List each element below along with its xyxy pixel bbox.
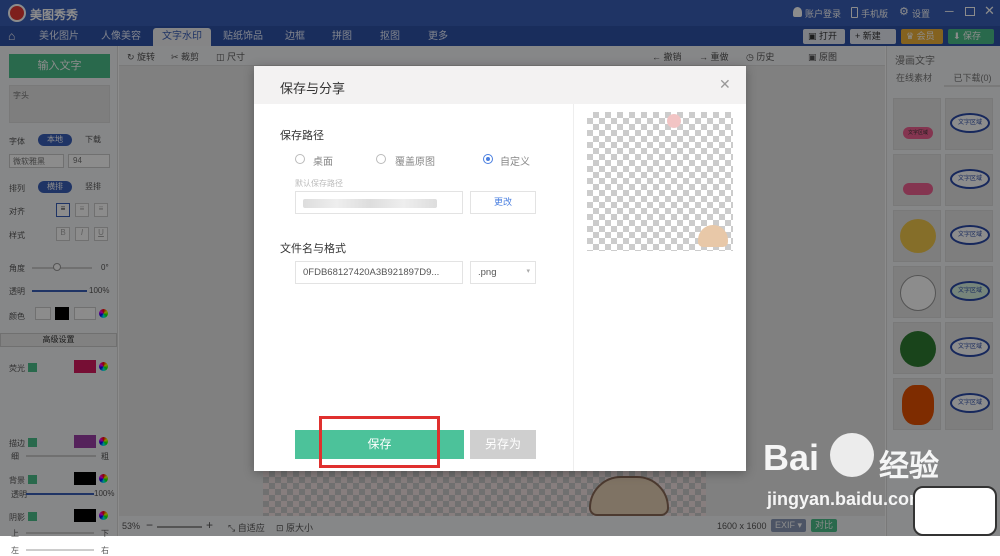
shadow-right-label: 右: [101, 546, 109, 555]
shadow-horizontal-slider[interactable]: [26, 549, 94, 551]
radio-desktop[interactable]: [295, 154, 305, 164]
filename-input[interactable]: 0FDB68127420A3B921897D9...: [295, 261, 463, 284]
shadow-left-label: 左: [11, 546, 19, 555]
save-as-button[interactable]: 另存为: [470, 430, 536, 459]
dialog-divider: [573, 104, 574, 471]
filename-format-label: 文件名与格式: [280, 243, 346, 255]
chevron-down-icon: ▾: [526, 268, 530, 275]
baidu-url: jingyan.baidu.com: [767, 489, 926, 509]
preview-flower-icon: [667, 114, 681, 128]
mascot-icon: [913, 486, 997, 536]
radio-overwrite-label[interactable]: 覆盖原图: [395, 153, 435, 168]
blurred-path-text: [303, 199, 437, 208]
close-icon[interactable]: ✕: [719, 76, 731, 93]
paw-icon: [830, 433, 874, 477]
change-path-button[interactable]: 更改: [470, 191, 536, 214]
radio-overwrite[interactable]: [376, 154, 386, 164]
filename-value: 0FDB68127420A3B921897D9...: [303, 267, 440, 278]
save-share-dialog: 保存与分享 ✕ 保存路径 桌面 覆盖原图 自定义 默认保存路径 更改 文件名与格…: [254, 66, 746, 471]
save-path-field[interactable]: [295, 191, 463, 214]
save-button-highlight: [319, 416, 440, 468]
dialog-header: 保存与分享 ✕: [254, 66, 746, 104]
preview-bear-icon: [698, 225, 728, 247]
save-path-label: 保存路径: [280, 130, 324, 142]
radio-desktop-label[interactable]: 桌面: [313, 153, 333, 168]
save-as-button-label: 另存为: [484, 437, 521, 451]
baidu-brand: Bai: [763, 437, 820, 478]
default-path-label: 默认保存路径: [295, 179, 343, 188]
baidu-jingyan: 经验: [879, 450, 939, 483]
dialog-title: 保存与分享: [280, 81, 346, 96]
preview-image: [587, 112, 733, 251]
radio-custom-label[interactable]: 自定义: [500, 153, 530, 168]
format-value: .png: [478, 267, 497, 278]
baidu-watermark: Bai 经验 jingyan.baidu.com: [755, 427, 1000, 536]
change-path-label: 更改: [493, 197, 512, 207]
radio-custom[interactable]: [483, 154, 493, 164]
format-select[interactable]: .png ▾: [470, 261, 536, 284]
